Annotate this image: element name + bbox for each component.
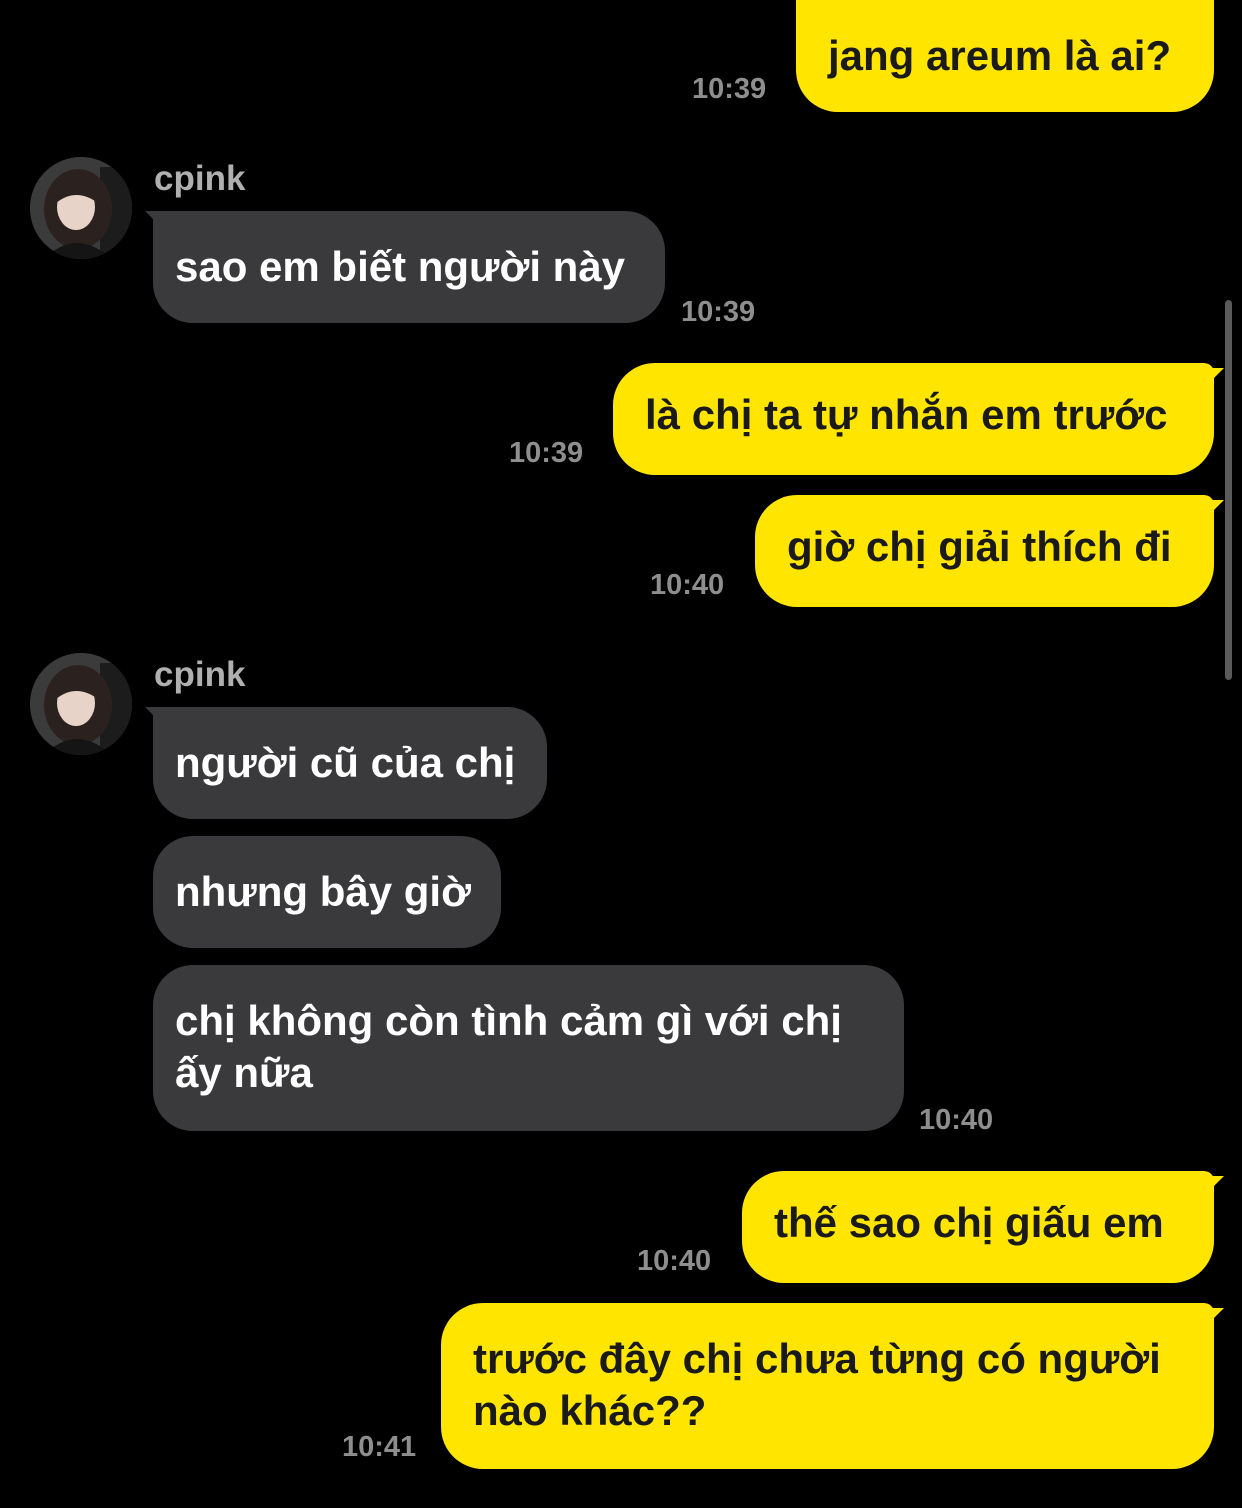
- bubble-tail: [1206, 500, 1224, 518]
- message-text-line-2: nào khác??: [473, 1387, 707, 1434]
- bubble-tail: [1206, 1308, 1224, 1326]
- message-text: sao em biết người này: [175, 243, 626, 290]
- scrollbar[interactable]: [1225, 300, 1232, 680]
- message-timestamp: 10:41: [342, 1431, 417, 1463]
- outgoing-message-bubble[interactable]: jang areum là ai?: [796, 0, 1214, 112]
- sender-name: cpink: [154, 655, 246, 694]
- message-text: jang areum là ai?: [828, 32, 1172, 79]
- incoming-message-bubble[interactable]: sao em biết người này: [153, 211, 665, 323]
- message-text: người cũ của chị: [175, 739, 516, 786]
- message-text-line-2: ấy nữa: [175, 1049, 313, 1096]
- message-text: là chị ta tự nhắn em trước: [645, 391, 1168, 438]
- bubble-tail: [1206, 1176, 1224, 1194]
- incoming-message-bubble[interactable]: chị không còn tình cảm gì với chị ấy nữa: [153, 965, 904, 1131]
- message-timestamp: 10:39: [509, 437, 584, 469]
- outgoing-message-bubble[interactable]: giờ chị giải thích đi: [755, 495, 1214, 607]
- message-text: giờ chị giải thích đi: [787, 523, 1172, 570]
- contact-avatar[interactable]: [30, 157, 132, 259]
- bubble-tail: [1206, 368, 1224, 386]
- sender-name: cpink: [154, 159, 246, 198]
- message-text: thế sao chị giấu em: [774, 1199, 1164, 1246]
- person-photo-icon: [30, 157, 132, 259]
- message-text: nhưng bây giờ: [175, 868, 471, 915]
- outgoing-message-bubble[interactable]: trước đây chị chưa từng có người nào khá…: [441, 1303, 1214, 1469]
- message-timestamp: 10:40: [650, 569, 725, 601]
- outgoing-message-bubble[interactable]: là chị ta tự nhắn em trước: [613, 363, 1214, 475]
- message-timestamp: 10:39: [681, 296, 756, 328]
- message-timestamp: 10:40: [919, 1104, 994, 1136]
- message-timestamp: 10:39: [692, 73, 767, 105]
- person-photo-icon: [30, 653, 132, 755]
- outgoing-message-bubble[interactable]: thế sao chị giấu em: [742, 1171, 1214, 1283]
- message-text-line-1: chị không còn tình cảm gì với chị: [175, 997, 842, 1044]
- contact-avatar[interactable]: [30, 653, 132, 755]
- incoming-message-bubble[interactable]: nhưng bây giờ: [153, 836, 501, 948]
- message-timestamp: 10:40: [637, 1245, 712, 1277]
- message-text-line-1: trước đây chị chưa từng có người: [473, 1335, 1161, 1382]
- incoming-message-bubble[interactable]: người cũ của chị: [153, 707, 547, 819]
